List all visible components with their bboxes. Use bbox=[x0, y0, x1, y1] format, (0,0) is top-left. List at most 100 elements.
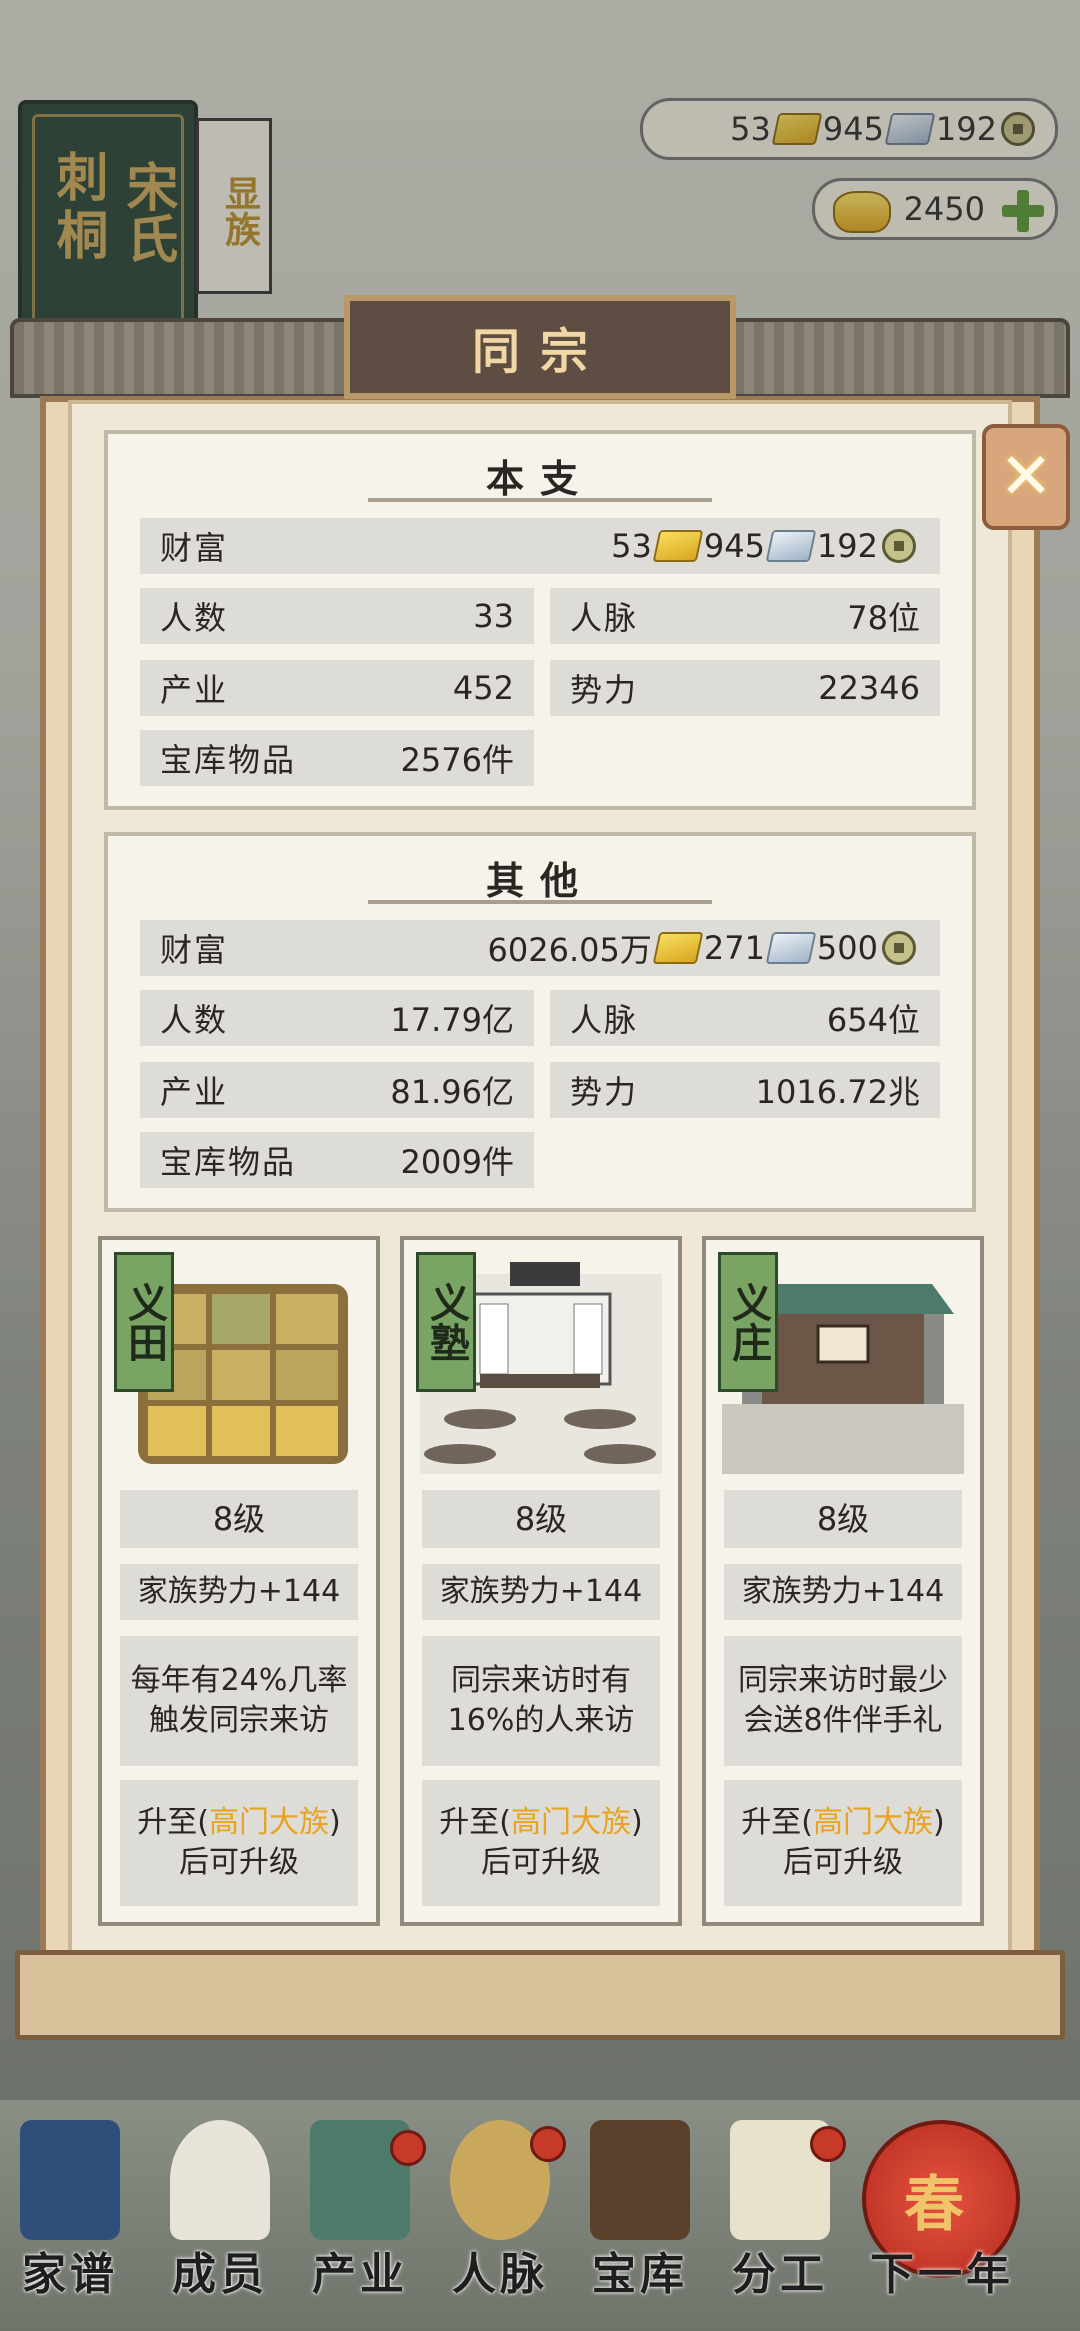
nav-network[interactable]: 人脉 bbox=[430, 2120, 570, 2320]
treasury-value: 2576件 bbox=[400, 741, 514, 779]
people-value: 33 bbox=[473, 597, 514, 635]
network-row: 人脉 78位 bbox=[550, 588, 940, 644]
building-upgrade-requirement: 升至(高门大族)后可升级 bbox=[724, 1780, 962, 1906]
book-icon bbox=[20, 2120, 120, 2240]
building-level: 8级 bbox=[120, 1490, 358, 1548]
building-power-bonus: 家族势力+144 bbox=[724, 1564, 962, 1620]
nav-label: 成员 bbox=[172, 2249, 268, 2300]
chest-icon bbox=[590, 2120, 690, 2240]
nav-label: 家谱 bbox=[22, 2249, 118, 2300]
nav-label: 人脉 bbox=[452, 2249, 548, 2300]
notification-badge bbox=[530, 2126, 566, 2162]
wealth-row: 财富 53 945 192 bbox=[140, 518, 940, 574]
notification-badge bbox=[810, 2126, 846, 2162]
silver-bar-icon bbox=[765, 530, 817, 562]
people-row: 人数 33 bbox=[140, 588, 534, 644]
building-level: 8级 bbox=[422, 1490, 660, 1548]
main-branch-title: 本支 bbox=[485, 457, 594, 501]
nav-assignment[interactable]: 分工 bbox=[710, 2120, 850, 2320]
wealth-gold: 53 bbox=[611, 527, 652, 565]
wealth-row: 财富 6026.05万 271 500 bbox=[140, 920, 940, 976]
upgrade-prefix: 升至( bbox=[439, 1805, 511, 1840]
nav-industry[interactable]: 产业 bbox=[290, 2120, 430, 2320]
wealth-coins: 192 bbox=[816, 527, 878, 565]
power-value: 22346 bbox=[818, 669, 920, 707]
nav-label: 产业 bbox=[312, 2249, 408, 2300]
power-value: 1016.72兆 bbox=[755, 1073, 920, 1111]
network-value: 78位 bbox=[847, 599, 920, 637]
wealth-label: 财富 bbox=[160, 529, 229, 567]
panel-base bbox=[15, 1950, 1065, 2040]
others-title: 其他 bbox=[485, 859, 594, 903]
title-divider bbox=[368, 498, 712, 502]
person-icon bbox=[170, 2120, 270, 2240]
nav-genealogy[interactable]: 家谱 bbox=[0, 2120, 140, 2320]
upgrade-rank: 高门大族 bbox=[511, 1805, 631, 1840]
wealth-label: 财富 bbox=[160, 931, 229, 969]
nav-label: 下一年 bbox=[870, 2249, 1014, 2300]
nav-members[interactable]: 成员 bbox=[150, 2120, 290, 2320]
building-card-yizhuang[interactable]: 义庄 8级 家族势力+144 同宗来访时最少会送8件伴手礼 升至(高门大族)后可… bbox=[702, 1236, 984, 1926]
close-button[interactable]: ✕ bbox=[982, 424, 1070, 530]
building-description: 同宗来访时有16%的人来访 bbox=[422, 1636, 660, 1766]
gold-bar-icon bbox=[652, 932, 704, 964]
coin-icon bbox=[882, 931, 916, 965]
people-value: 17.79亿 bbox=[390, 1001, 514, 1039]
gold-bar-icon bbox=[652, 530, 704, 562]
upgrade-rank: 高门大族 bbox=[813, 1805, 933, 1840]
dialog-title: 同宗 bbox=[344, 295, 736, 399]
treasury-row: 宝库物品 2576件 bbox=[140, 730, 534, 786]
silver-bar-icon bbox=[765, 932, 817, 964]
upgrade-prefix: 升至( bbox=[741, 1805, 813, 1840]
network-label: 人脉 bbox=[570, 1001, 639, 1039]
coin-icon bbox=[882, 529, 916, 563]
close-icon: ✕ bbox=[999, 440, 1053, 514]
people-row: 人数 17.79亿 bbox=[140, 990, 534, 1046]
treasury-label: 宝库物品 bbox=[160, 1143, 297, 1181]
nav-treasury[interactable]: 宝库 bbox=[570, 2120, 710, 2320]
power-label: 势力 bbox=[570, 1073, 639, 1111]
building-level: 8级 bbox=[724, 1490, 962, 1548]
notification-badge bbox=[390, 2130, 426, 2166]
building-description: 每年有24%几率触发同宗来访 bbox=[120, 1636, 358, 1766]
building-card-yitian[interactable]: 义田 8级 家族势力+144 每年有24%几率触发同宗来访 升至(高门大族)后可… bbox=[98, 1236, 380, 1926]
nav-label: 宝库 bbox=[592, 2249, 688, 2300]
industry-row: 产业 452 bbox=[140, 660, 534, 716]
power-row: 势力 1016.72兆 bbox=[550, 1062, 940, 1118]
building-name-tag: 义庄 bbox=[718, 1252, 778, 1392]
upgrade-rank: 高门大族 bbox=[209, 1805, 329, 1840]
network-row: 人脉 654位 bbox=[550, 990, 940, 1046]
building-name-tag: 义塾 bbox=[416, 1252, 476, 1392]
title-divider bbox=[368, 900, 712, 904]
industry-row: 产业 81.96亿 bbox=[140, 1062, 534, 1118]
wealth-silver: 271 bbox=[703, 929, 765, 967]
nav-label: 分工 bbox=[732, 2249, 828, 2300]
others-card: 其他 财富 6026.05万 271 500 人数 17.79亿 人脉 654位… bbox=[104, 832, 976, 1212]
treasury-row: 宝库物品 2009件 bbox=[140, 1132, 534, 1188]
network-label: 人脉 bbox=[570, 599, 639, 637]
upgrade-prefix: 升至( bbox=[137, 1805, 209, 1840]
people-label: 人数 bbox=[160, 1001, 229, 1039]
industry-value: 452 bbox=[452, 669, 514, 707]
main-branch-card: 本支 财富 53 945 192 人数 33 人脉 78位 产业 452 势力 … bbox=[104, 430, 976, 810]
nav-next-year[interactable]: 下一年 bbox=[852, 2120, 1032, 2320]
wealth-coins: 500 bbox=[816, 929, 878, 967]
building-upgrade-requirement: 升至(高门大族)后可升级 bbox=[422, 1780, 660, 1906]
industry-value: 81.96亿 bbox=[390, 1073, 514, 1111]
treasury-value: 2009件 bbox=[400, 1143, 514, 1181]
industry-label: 产业 bbox=[160, 671, 229, 709]
network-value: 654位 bbox=[826, 1001, 920, 1039]
building-name-tag: 义田 bbox=[114, 1252, 174, 1392]
building-power-bonus: 家族势力+144 bbox=[422, 1564, 660, 1620]
power-row: 势力 22346 bbox=[550, 660, 940, 716]
industry-label: 产业 bbox=[160, 1073, 229, 1111]
wealth-gold: 6026.05万 bbox=[487, 931, 652, 969]
treasury-label: 宝库物品 bbox=[160, 741, 297, 779]
building-upgrade-requirement: 升至(高门大族)后可升级 bbox=[120, 1780, 358, 1906]
people-label: 人数 bbox=[160, 599, 229, 637]
wealth-silver: 945 bbox=[703, 527, 765, 565]
power-label: 势力 bbox=[570, 671, 639, 709]
building-power-bonus: 家族势力+144 bbox=[120, 1564, 358, 1620]
building-description: 同宗来访时最少会送8件伴手礼 bbox=[724, 1636, 962, 1766]
building-card-yishu[interactable]: 义塾 8级 家族势力+144 同宗来访时有16%的人来访 升至(高门大族)后可升… bbox=[400, 1236, 682, 1926]
